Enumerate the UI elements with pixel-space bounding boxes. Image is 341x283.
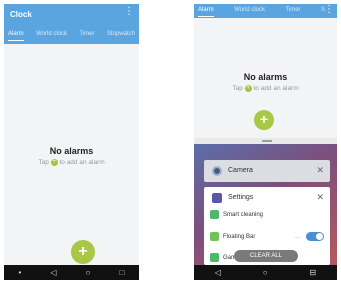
recent-app-camera[interactable]: Camera ✕: [204, 160, 330, 182]
tab-timer[interactable]: Timer: [285, 7, 300, 13]
nav-dot-icon[interactable]: •: [19, 268, 22, 277]
right-phone-screen: Alarm World clock Timer S ⋮ No alarms Ta…: [194, 4, 337, 280]
camera-label: Camera: [228, 167, 253, 174]
more-horiz-icon[interactable]: ···: [294, 235, 300, 241]
empty-state-hint: Tap + to add an alarm: [194, 85, 337, 92]
floating-bar-icon: [210, 232, 219, 241]
divider-handle[interactable]: [262, 140, 272, 142]
more-vert-icon[interactable]: ⋮: [124, 7, 134, 17]
back-icon[interactable]: ◁: [50, 268, 56, 277]
add-icon: +: [50, 159, 58, 166]
empty-state-hint: Tap + to add an alarm: [4, 159, 139, 166]
navigation-bar: ◁ ○ ⊟: [194, 265, 337, 280]
split-top-clock: Alarm World clock Timer S ⋮ No alarms Ta…: [194, 4, 337, 138]
tab-bar: Alarm World clock Timer S: [194, 7, 337, 17]
clear-all-button[interactable]: CLEAR ALL: [234, 250, 298, 262]
app-title: Clock: [10, 10, 32, 19]
empty-state-title: No alarms: [49, 146, 94, 156]
hint-suffix: to add an alarm: [59, 159, 105, 167]
recents-icon[interactable]: ⊟: [309, 268, 316, 277]
back-icon[interactable]: ◁: [215, 268, 221, 277]
tab-timer[interactable]: Timer: [79, 31, 94, 37]
camera-app-icon: [212, 166, 222, 176]
more-vert-icon[interactable]: ⋮: [324, 5, 334, 15]
navigation-bar: • ◁ ○ □: [4, 265, 139, 280]
floating-bar-toggle[interactable]: [306, 232, 324, 241]
settings-label: Settings: [228, 194, 254, 201]
toggle-knob: [316, 233, 323, 240]
hint-prefix: Tap: [232, 85, 243, 93]
recents-icon[interactable]: □: [120, 268, 125, 277]
home-icon[interactable]: ○: [263, 268, 268, 277]
close-icon[interactable]: ✕: [316, 192, 324, 203]
tab-world-clock[interactable]: World clock: [36, 31, 67, 37]
smart-cleaning-icon: [210, 210, 219, 219]
hint-prefix: Tap: [38, 159, 49, 167]
settings-app-icon: [212, 193, 222, 203]
tab-alarm[interactable]: Alarm: [198, 7, 214, 17]
empty-state-title: No alarms: [243, 72, 288, 82]
hint-suffix: to add an alarm: [253, 85, 299, 93]
app-header: Clock ⋮ Alarm World clock Timer Stopwatc…: [4, 4, 139, 44]
tab-stopwatch[interactable]: Stopwatch: [107, 31, 135, 37]
recent-apps-panel: Camera ✕ Settings ✕ Smart cleaning Float…: [194, 144, 337, 265]
add-alarm-button[interactable]: +: [254, 110, 274, 130]
add-alarm-button[interactable]: +: [71, 240, 95, 264]
gaming-icon: [210, 253, 219, 262]
tab-world-clock[interactable]: World clock: [234, 7, 265, 13]
home-icon[interactable]: ○: [86, 268, 91, 277]
close-icon[interactable]: ✕: [316, 165, 324, 176]
add-icon: +: [244, 85, 252, 92]
tab-alarm[interactable]: Alarm: [8, 31, 24, 41]
tab-bar: Alarm World clock Timer Stopwatch: [4, 31, 139, 41]
app-header: Alarm World clock Timer S ⋮: [194, 4, 337, 18]
left-phone-screen: Clock ⋮ Alarm World clock Timer Stopwatc…: [4, 4, 139, 280]
